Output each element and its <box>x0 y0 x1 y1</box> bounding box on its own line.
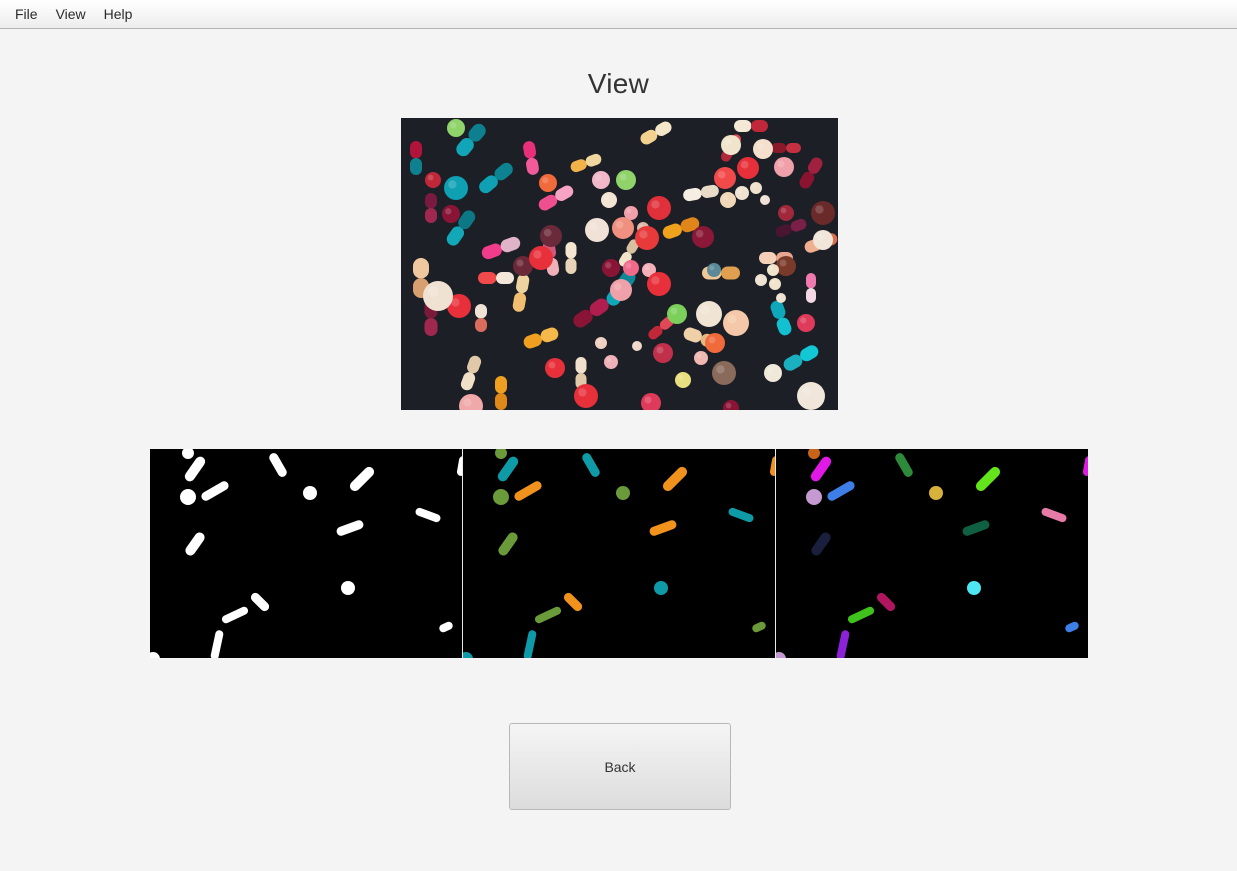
menu-bar: File View Help <box>0 0 1237 29</box>
label-mask-image <box>776 449 1088 658</box>
cluster-mask-image <box>463 449 775 658</box>
menu-help[interactable]: Help <box>95 2 142 26</box>
menu-file[interactable]: File <box>6 2 47 26</box>
binary-mask-image <box>150 449 462 658</box>
menu-view[interactable]: View <box>47 2 95 26</box>
mask-strip <box>150 449 1088 658</box>
back-button[interactable]: Back <box>509 723 731 810</box>
pills-photo <box>401 118 838 410</box>
page-title: View <box>587 68 650 99</box>
